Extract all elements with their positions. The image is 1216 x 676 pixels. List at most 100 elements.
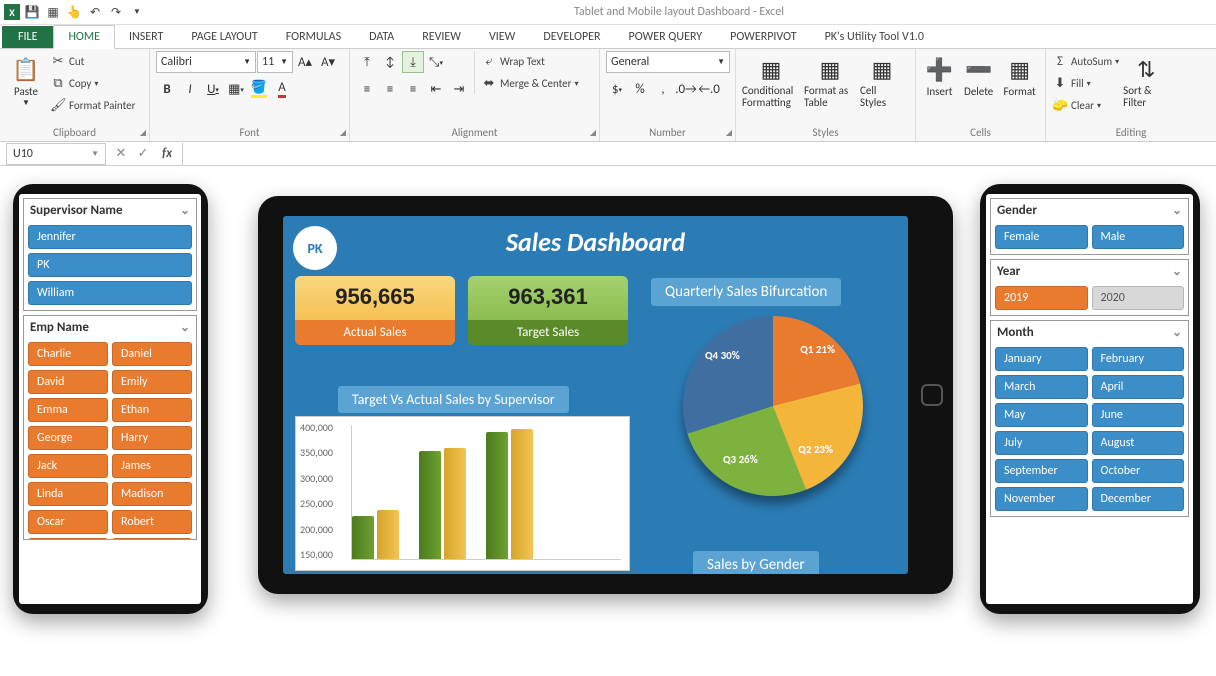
font-dialog-launcher[interactable]: ◢ bbox=[340, 128, 346, 138]
slicer-emp-item[interactable]: Thomas bbox=[112, 538, 192, 539]
align-left-icon[interactable]: ≡ bbox=[356, 78, 378, 100]
underline-button[interactable]: U▾ bbox=[202, 78, 224, 100]
bold-button[interactable]: B bbox=[156, 78, 178, 100]
autosum-button[interactable]: ΣAutoSum▾ bbox=[1052, 51, 1119, 72]
filter-clear-icon[interactable]: ⌄ bbox=[1172, 203, 1182, 218]
name-box[interactable]: U10▼ bbox=[6, 143, 106, 165]
increase-font-icon[interactable]: A▴ bbox=[294, 51, 316, 73]
font-color-button[interactable]: A bbox=[271, 78, 293, 100]
sort-filter-button[interactable]: ⇅Sort & Filter bbox=[1123, 51, 1169, 115]
align-right-icon[interactable]: ≡ bbox=[402, 78, 424, 100]
tab-formulas[interactable]: FORMULAS bbox=[272, 26, 355, 48]
tab-powerquery[interactable]: POWER QUERY bbox=[615, 26, 717, 48]
slicer-emp-item[interactable]: Madison bbox=[112, 482, 192, 506]
orientation-icon[interactable]: ⤡▾ bbox=[425, 51, 447, 73]
slicer-emp-item[interactable]: Linda bbox=[28, 482, 108, 506]
slicer-month-item[interactable]: August bbox=[1092, 431, 1185, 455]
percent-icon[interactable]: % bbox=[629, 78, 651, 100]
fill-color-button[interactable]: 🪣 bbox=[248, 78, 270, 100]
currency-icon[interactable]: $▾ bbox=[606, 78, 628, 100]
tab-home[interactable]: HOME bbox=[53, 25, 115, 49]
slicer-gender-item[interactable]: Female bbox=[995, 225, 1088, 249]
tab-data[interactable]: DATA bbox=[355, 26, 408, 48]
decrease-indent-icon[interactable]: ⇤ bbox=[425, 78, 447, 100]
filter-clear-icon[interactable]: ⌄ bbox=[1172, 325, 1182, 340]
slicer-month-item[interactable]: September bbox=[995, 459, 1088, 483]
slicer-emp-item[interactable]: Emma bbox=[28, 398, 108, 422]
slicer-emp-item[interactable]: George bbox=[28, 426, 108, 450]
font-name-combo[interactable]: Calibri▼ bbox=[156, 51, 256, 73]
tab-developer[interactable]: DEVELOPER bbox=[529, 26, 614, 48]
slicer-emp-item[interactable]: Sophie bbox=[28, 538, 108, 539]
slicer-year-item[interactable]: 2019 bbox=[995, 286, 1088, 310]
filter-clear-icon[interactable]: ⌄ bbox=[1172, 264, 1182, 279]
slicer-month-item[interactable]: March bbox=[995, 375, 1088, 399]
slicer-month-item[interactable]: May bbox=[995, 403, 1088, 427]
copy-button[interactable]: ⧉Copy▾ bbox=[50, 73, 135, 94]
slicer-emp-item[interactable]: Charlie bbox=[28, 342, 108, 366]
fx-icon[interactable]: fx bbox=[156, 143, 178, 165]
filter-clear-icon[interactable]: ⌄ bbox=[180, 320, 190, 335]
clipboard-dialog-launcher[interactable]: ◢ bbox=[140, 128, 146, 138]
slicer-emp-item[interactable]: Jack bbox=[28, 454, 108, 478]
wrap-text-button[interactable]: ⤶Wrap Text bbox=[481, 51, 579, 72]
decrease-font-icon[interactable]: A▾ bbox=[317, 51, 339, 73]
slicer-emp-item[interactable]: Ethan bbox=[112, 398, 192, 422]
slicer-month-item[interactable]: April bbox=[1092, 375, 1185, 399]
align-top-icon[interactable]: ⤒ bbox=[356, 51, 378, 73]
slicer-supervisor-item[interactable]: PK bbox=[28, 253, 192, 277]
fill-button[interactable]: ⬇Fill▾ bbox=[1052, 73, 1119, 94]
qat-customize-icon[interactable]: ▼ bbox=[128, 3, 146, 21]
number-dialog-launcher[interactable]: ◢ bbox=[726, 128, 732, 138]
font-size-combo[interactable]: 11▼ bbox=[257, 51, 293, 73]
align-bottom-icon[interactable]: ⤓ bbox=[402, 51, 424, 73]
slicer-month-item[interactable]: February bbox=[1092, 347, 1185, 371]
slicer-month-item[interactable]: July bbox=[995, 431, 1088, 455]
increase-decimal-icon[interactable]: .0→ bbox=[675, 78, 697, 100]
italic-button[interactable]: I bbox=[179, 78, 201, 100]
undo-icon[interactable]: ↶ bbox=[86, 3, 104, 21]
insert-cells-button[interactable]: ➕Insert bbox=[922, 51, 957, 115]
touch-mode-icon[interactable]: 👆 bbox=[65, 3, 83, 21]
format-cells-button[interactable]: ▦Format bbox=[1000, 51, 1039, 115]
paste-button[interactable]: 📋 Paste ▼ bbox=[6, 51, 46, 115]
enter-formula-icon[interactable]: ✓ bbox=[132, 143, 154, 165]
format-painter-button[interactable]: 🖌Format Painter bbox=[50, 95, 135, 116]
formula-input[interactable] bbox=[182, 143, 1216, 165]
save-icon[interactable]: 💾 bbox=[23, 3, 41, 21]
align-middle-icon[interactable]: ↕ bbox=[379, 51, 401, 73]
tab-powerpivot[interactable]: POWERPIVOT bbox=[716, 26, 810, 48]
slicer-year-item[interactable]: 2020 bbox=[1092, 286, 1185, 310]
slicer-month-item[interactable]: January bbox=[995, 347, 1088, 371]
slicer-month-item[interactable]: December bbox=[1092, 487, 1185, 511]
format-as-table-button[interactable]: ▦Format as Table bbox=[804, 51, 856, 115]
comma-icon[interactable]: , bbox=[652, 78, 674, 100]
tab-file[interactable]: FILE bbox=[2, 26, 53, 48]
slicer-emp-item[interactable]: Oscar bbox=[28, 510, 108, 534]
slicer-supervisor-item[interactable]: Jennifer bbox=[28, 225, 192, 249]
slicer-emp-item[interactable]: Emily bbox=[112, 370, 192, 394]
tab-insert[interactable]: INSERT bbox=[115, 26, 177, 48]
slicer-emp-item[interactable]: Robert bbox=[112, 510, 192, 534]
slicer-emp-item[interactable]: David bbox=[28, 370, 108, 394]
slicer-month-item[interactable]: November bbox=[995, 487, 1088, 511]
slicer-month-item[interactable]: October bbox=[1092, 459, 1185, 483]
slicer-gender-item[interactable]: Male bbox=[1092, 225, 1185, 249]
tab-pk-utility[interactable]: PK's Utility Tool V1.0 bbox=[811, 26, 938, 48]
tab-review[interactable]: REVIEW bbox=[408, 26, 475, 48]
qat-icon[interactable]: ▦ bbox=[44, 3, 62, 21]
decrease-decimal-icon[interactable]: ←.0 bbox=[698, 78, 720, 100]
increase-indent-icon[interactable]: ⇥ bbox=[448, 78, 470, 100]
delete-cells-button[interactable]: ➖Delete bbox=[961, 51, 996, 115]
slicer-emp-item[interactable]: Daniel bbox=[112, 342, 192, 366]
redo-icon[interactable]: ↷ bbox=[107, 3, 125, 21]
border-button[interactable]: ▦▾ bbox=[225, 78, 247, 100]
tab-pagelayout[interactable]: PAGE LAYOUT bbox=[177, 26, 271, 48]
slicer-emp-item[interactable]: Harry bbox=[112, 426, 192, 450]
cut-button[interactable]: ✂Cut bbox=[50, 51, 135, 72]
filter-clear-icon[interactable]: ⌄ bbox=[180, 203, 190, 218]
clear-button[interactable]: 🧽Clear▾ bbox=[1052, 95, 1119, 116]
cancel-formula-icon[interactable]: ✕ bbox=[110, 143, 132, 165]
slicer-month-item[interactable]: June bbox=[1092, 403, 1185, 427]
merge-center-button[interactable]: ⬌Merge & Center▾ bbox=[481, 73, 579, 94]
